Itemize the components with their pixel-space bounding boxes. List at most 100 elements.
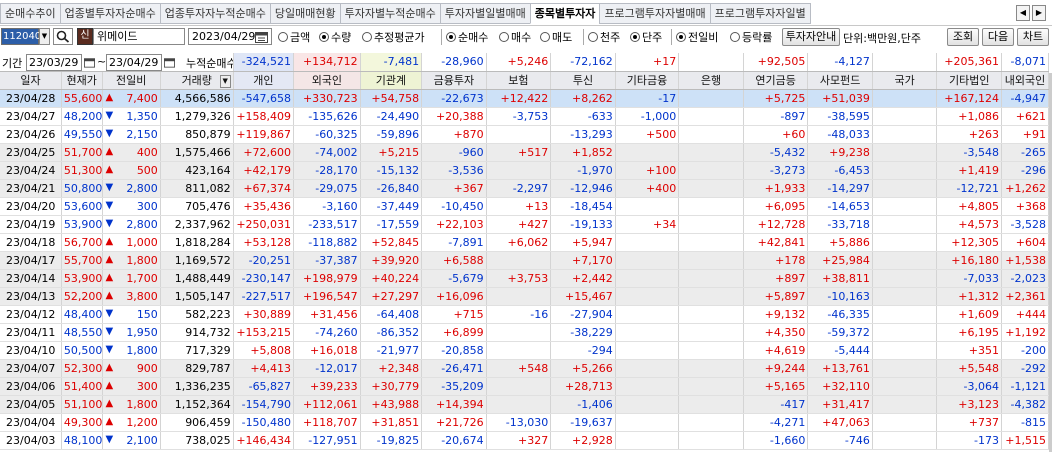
tab-2[interactable]: 업종투자자누적순매수 <box>159 3 271 24</box>
value-cell: -18,454 <box>550 197 616 216</box>
value-cell: 4,566,586 <box>160 89 234 108</box>
tab-prev-icon[interactable]: ◀ <box>1016 5 1030 21</box>
table-row[interactable]: 23/04/19 53,900 ▼ 2,800 2,337,962 +250,031 -23… <box>0 215 1050 234</box>
table-row[interactable]: 23/04/14 53,900 ▲ 1,700 1,488,449 -230,147 +19… <box>0 269 1050 288</box>
period-to-input[interactable]: 23/04/29 <box>106 54 162 70</box>
up-triangle-icon: ▲ <box>105 271 114 283</box>
value-cell: +60 <box>743 125 809 144</box>
value-cell: +9,244 <box>743 359 809 378</box>
value-cell: 55,600 <box>61 89 103 108</box>
table-row[interactable]: 23/04/04 49,300 ▲ 1,200 906,459 -150,480 +118,… <box>0 413 1050 432</box>
chart-button[interactable]: 차트 <box>1017 28 1049 46</box>
value-cell <box>678 179 744 198</box>
table-row[interactable]: 23/04/06 51,400 ▲ 300 1,336,235 -65,827 +39,23… <box>0 377 1050 396</box>
value-cell: +367 <box>421 179 487 198</box>
column-header[interactable]: 기타법인 <box>936 71 1002 90</box>
value-cell <box>615 305 680 324</box>
table-row[interactable]: 23/04/10 50,500 ▼ 1,800 717,329 +5,808 +16,018… <box>0 341 1050 360</box>
value-cell: +21,726 <box>421 413 487 432</box>
change-value: 300 <box>136 199 158 213</box>
tab-6[interactable]: 종목별투자자 <box>529 3 601 24</box>
tab-0[interactable]: 순매수추이 <box>0 3 61 24</box>
tab-1[interactable]: 업종별투자자순매수 <box>59 3 161 24</box>
value-cell: -20,674 <box>421 431 487 450</box>
column-header[interactable]: 거래량 ▼ <box>160 71 234 90</box>
column-header[interactable]: 금융투자 <box>421 71 487 90</box>
table-row[interactable]: 23/04/03 48,100 ▼ 2,100 738,025 +146,434 -127,… <box>0 431 1050 450</box>
table-row[interactable]: 23/04/28 55,600 ▲ 7,400 4,566,586 -547,658 +33… <box>0 89 1050 108</box>
column-header[interactable]: 외국인 <box>293 71 361 90</box>
tab-4[interactable]: 투자자별누적순매수 <box>339 3 441 24</box>
radio-sell[interactable]: 매도 <box>540 30 572 44</box>
radio-unit-shares[interactable]: 단주 <box>630 30 662 44</box>
value-cell <box>678 413 744 432</box>
volume-sort-icon[interactable]: ▼ <box>219 74 231 88</box>
radio-prev-day[interactable]: 전일비 <box>676 30 718 44</box>
table-row[interactable]: 23/04/27 48,200 ▼ 1,350 1,279,326 +158,409 -13… <box>0 107 1050 126</box>
column-header[interactable]: 국가 <box>872 71 938 90</box>
table-row[interactable]: 23/04/21 50,800 ▼ 2,800 811,082 +67,374 -29,07… <box>0 179 1050 198</box>
search-button[interactable] <box>53 28 73 45</box>
table-row[interactable]: 23/04/07 52,300 ▲ 900 829,787 +4,413 -12,017 +2… <box>0 359 1050 378</box>
radio-amount[interactable]: 금액 <box>278 30 310 44</box>
tab-7[interactable]: 프로그램투자자별매매 <box>599 3 711 24</box>
radio-buy[interactable]: 매수 <box>499 30 531 44</box>
value-cell: +1,515 <box>1001 431 1050 450</box>
radio-thousand-shares[interactable]: 천주 <box>588 30 620 44</box>
query-button[interactable]: 조회 <box>947 28 979 46</box>
calendar-to-icon[interactable] <box>164 57 175 68</box>
investor-by-stock-window: 순매수추이 업종별투자자순매수 업종투자자누적순매수 당일매매현황 투자자별누적순매수 투… <box>0 0 1052 452</box>
table-row[interactable]: 23/04/12 48,400 ▼ 150 582,223 +30,889 +31,456-… <box>0 305 1050 324</box>
investor-guide-button[interactable]: 투자자안내 <box>782 28 840 46</box>
column-header[interactable]: 투신 <box>550 71 616 90</box>
value-cell <box>678 431 744 450</box>
value-cell: +2,442 <box>550 269 616 288</box>
value-cell: +1,852 <box>550 143 616 162</box>
table-row[interactable]: 23/04/24 51,300 ▲ 500 423,164 +42,179 -28,170-… <box>0 161 1050 180</box>
down-triangle-icon: ▼ <box>105 217 114 229</box>
table-row[interactable]: 23/04/11 48,550 ▼ 1,950 914,732 +153,215 -74,2… <box>0 323 1050 342</box>
tab-5[interactable]: 투자자별일별매매 <box>439 3 531 24</box>
radio-quantity[interactable]: 수량 <box>319 30 351 44</box>
column-header[interactable]: 기관계 <box>360 71 423 90</box>
value-cell: +153,215 <box>233 323 295 342</box>
stock-name-field[interactable]: 위메이드 <box>93 28 185 45</box>
calendar-from-icon[interactable] <box>84 57 95 68</box>
table-row[interactable]: 23/04/05 51,100 ▲ 1,800 1,152,364 -154,790 +11… <box>0 395 1050 414</box>
credit-badge-button[interactable]: 신 <box>77 28 93 45</box>
radio-estimated-avg[interactable]: 추정평균가 <box>362 30 425 44</box>
table-row[interactable]: 23/04/26 49,550 ▼ 2,150 850,879 +119,867 -60,3… <box>0 125 1050 144</box>
value-cell: -74,002 <box>293 143 361 162</box>
next-button[interactable]: 다음 <box>982 28 1014 46</box>
table-row[interactable]: 23/04/25 51,700 ▲ 400 1,575,466 +72,600 -74,00… <box>0 143 1050 162</box>
value-cell: +25,984 <box>807 251 873 270</box>
tab-3[interactable]: 당일매매현황 <box>269 3 341 24</box>
tab-next-icon[interactable]: ▶ <box>1032 5 1046 21</box>
column-header[interactable]: 기타금융 <box>615 71 680 90</box>
column-header[interactable]: 은행 <box>678 71 744 90</box>
table-row[interactable]: 23/04/20 53,600 ▼ 300 705,476 +35,436 -3,160 -3… <box>0 197 1050 216</box>
value-cell <box>486 125 552 144</box>
value-cell: -230,147 <box>233 269 295 288</box>
stock-code-input[interactable]: 112040 <box>1 28 41 45</box>
value-cell: 55,700 <box>61 251 103 270</box>
code-dropdown-icon[interactable]: ▼ <box>39 28 50 45</box>
column-header[interactable]: 보험 <box>486 71 552 90</box>
table-row[interactable]: 23/04/17 55,700 ▲ 1,800 1,169,572 -20,251 -37,… <box>0 251 1050 270</box>
column-header[interactable]: 내외국인 <box>1001 71 1050 90</box>
table-row[interactable]: 23/04/18 56,700 ▲ 1,000 1,818,284 +53,128 -118… <box>0 233 1050 252</box>
tab-8[interactable]: 프로그램투자자일별 <box>709 3 811 24</box>
column-header[interactable]: 현재가 <box>61 71 103 90</box>
column-header[interactable]: 연기금등 <box>743 71 809 90</box>
table-row[interactable]: 23/04/13 52,200 ▲ 3,800 1,505,147 -227,517 +19… <box>0 287 1050 306</box>
column-header[interactable]: 개인 <box>233 71 295 90</box>
value-cell: -59,372 <box>807 323 873 342</box>
column-header[interactable]: 사모펀드 <box>807 71 873 90</box>
radio-net-buy[interactable]: 순매수 <box>446 30 488 44</box>
calendar-icon[interactable] <box>255 31 268 43</box>
column-header[interactable]: 전일비 <box>102 71 161 90</box>
change-value: 2,100 <box>126 433 158 447</box>
radio-change-rate[interactable]: 등락률 <box>730 30 772 44</box>
column-header[interactable]: 일자 <box>0 71 62 90</box>
period-from-input[interactable]: 23/03/29 <box>26 54 82 70</box>
